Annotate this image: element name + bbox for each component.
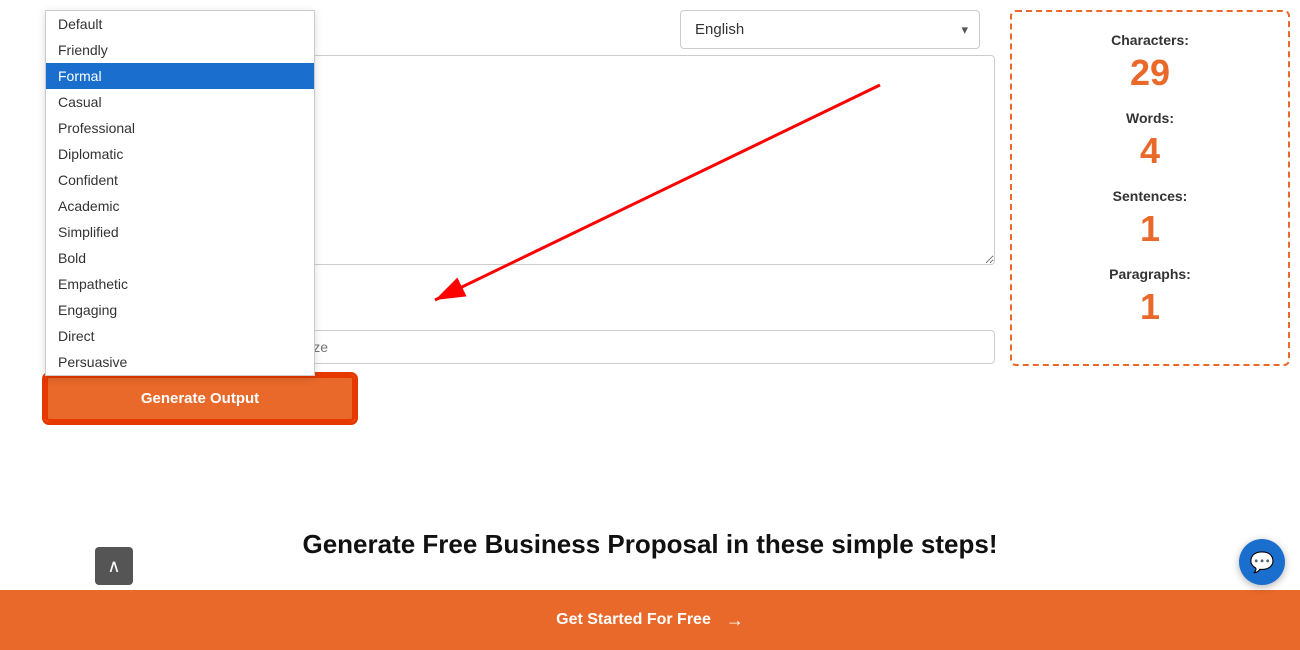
characters-label: Characters: (1027, 32, 1273, 48)
dropdown-item-academic[interactable]: Academic (46, 193, 314, 219)
dropdown-item-engaging[interactable]: Engaging (46, 297, 314, 323)
words-value: 4 (1027, 130, 1273, 172)
chat-button[interactable]: 💬 (1239, 539, 1285, 585)
paragraphs-label: Paragraphs: (1027, 266, 1273, 282)
dropdown-item-persuasive[interactable]: Persuasive (46, 349, 314, 375)
generate-button-container: Generate Output (45, 375, 355, 422)
language-select-outer: English Spanish French German (680, 10, 980, 49)
dropdown-item-direct[interactable]: Direct (46, 323, 314, 349)
footer-cta-text: Get Started For Free (556, 611, 711, 629)
dropdown-item-diplomatic[interactable]: Diplomatic (46, 141, 314, 167)
scroll-up-button[interactable]: ∧ (95, 547, 133, 585)
dropdown-item-formal[interactable]: Formal (46, 63, 314, 89)
characters-value: 29 (1027, 52, 1273, 94)
dropdown-item-default[interactable]: Default (46, 11, 314, 37)
dropdown-item-friendly[interactable]: Friendly (46, 37, 314, 63)
dropdown-item-professional[interactable]: Professional (46, 115, 314, 141)
stats-panel: Characters: 29 Words: 4 Sentences: 1 Par… (1010, 10, 1290, 366)
orange-footer: Get Started For Free → (0, 590, 1300, 650)
word-size-input[interactable] (255, 330, 995, 364)
language-select[interactable]: English Spanish French German (680, 10, 980, 49)
section-title: Generate Free Business Proposal in these… (0, 529, 1300, 560)
dropdown-item-simplified[interactable]: Simplified (46, 219, 314, 245)
chat-icon: 💬 (1250, 550, 1275, 575)
tone-dropdown-list[interactable]: Default Friendly Formal Casual Professio… (45, 10, 315, 376)
sentences-label: Sentences: (1027, 188, 1273, 204)
language-select-container: English Spanish French German (680, 10, 980, 49)
generate-output-button[interactable]: Generate Output (45, 375, 355, 422)
main-textarea[interactable] (290, 55, 995, 265)
main-textarea-container (290, 55, 995, 265)
dropdown-item-confident[interactable]: Confident (46, 167, 314, 193)
sentences-value: 1 (1027, 208, 1273, 250)
paragraphs-value: 1 (1027, 286, 1273, 328)
dropdown-item-bold[interactable]: Bold (46, 245, 314, 271)
words-label: Words: (1027, 110, 1273, 126)
scroll-up-icon: ∧ (107, 556, 120, 577)
section-title-container: Generate Free Business Proposal in these… (0, 529, 1300, 560)
dropdown-item-empathetic[interactable]: Empathetic (46, 271, 314, 297)
footer-arrow-icon: → (726, 610, 744, 631)
dropdown-item-casual[interactable]: Casual (46, 89, 314, 115)
